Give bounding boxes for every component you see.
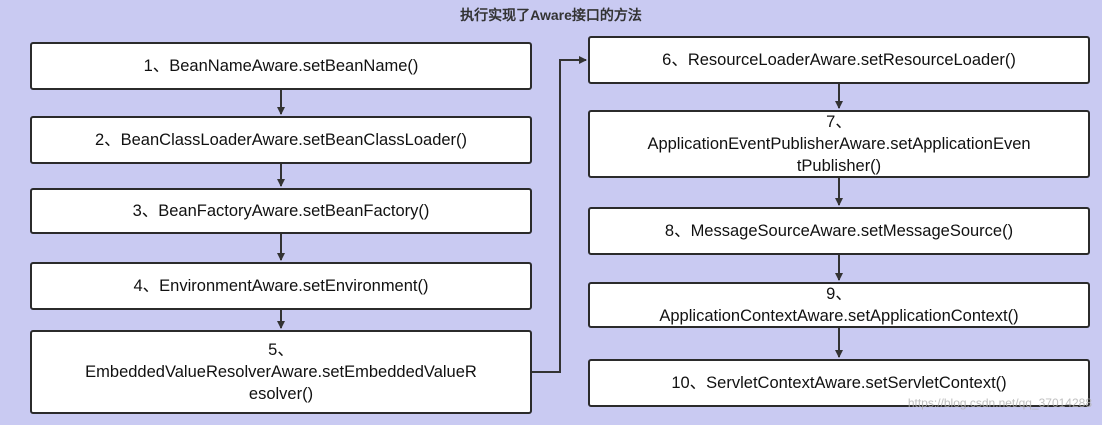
step-5-box: 5、 EmbeddedValueResolverAware.setEmbedde… [30, 330, 532, 414]
step-7-label-line-2: ApplicationEventPublisherAware.setApplic… [647, 135, 1031, 153]
watermark-text: https://blog.csdn.net/qq_37014288 [907, 396, 1092, 410]
step-8-label: 8、MessageSourceAware.setMessageSource() [664, 222, 1014, 240]
step-2-label: 2、BeanClassLoaderAware.setBeanClassLoade… [94, 131, 468, 149]
step-5-label-line-3: esolver() [248, 385, 314, 403]
step-4-box: 4、EnvironmentAware.setEnvironment() [30, 262, 532, 310]
arrow-5-6 [532, 56, 587, 373]
step-6-label: 6、ResourceLoaderAware.setResourceLoader(… [662, 51, 1016, 69]
step-4-label: 4、EnvironmentAware.setEnvironment() [133, 277, 429, 295]
step-7-label-line-3: tPublisher() [796, 157, 882, 175]
step-5-label-line-1: 5、 [268, 341, 294, 359]
step-3-label: 3、BeanFactoryAware.setBeanFactory() [132, 202, 430, 220]
step-7-label-line-1: 7、 [826, 113, 852, 131]
step-8-box: 8、MessageSourceAware.setMessageSource() [588, 207, 1090, 255]
step-7-box: 7、 ApplicationEventPublisherAware.setApp… [588, 110, 1090, 178]
step-9-label-line-2: ApplicationContextAware.setApplicationCo… [659, 307, 1019, 325]
step-3-box: 3、BeanFactoryAware.setBeanFactory() [30, 188, 532, 234]
step-2-box: 2、BeanClassLoaderAware.setBeanClassLoade… [30, 116, 532, 164]
step-6-box: 6、ResourceLoaderAware.setResourceLoader(… [588, 36, 1090, 84]
step-1-label: 1、BeanNameAware.setBeanName() [143, 57, 419, 75]
step-9-box: 9、 ApplicationContextAware.setApplicatio… [588, 282, 1090, 328]
step-9-label-line-1: 9、 [826, 285, 852, 303]
step-5-label-line-2: EmbeddedValueResolverAware.setEmbeddedVa… [85, 363, 477, 381]
step-10-label: 10、ServletContextAware.setServletContext… [671, 374, 1007, 392]
step-1-box: 1、BeanNameAware.setBeanName() [30, 42, 532, 90]
